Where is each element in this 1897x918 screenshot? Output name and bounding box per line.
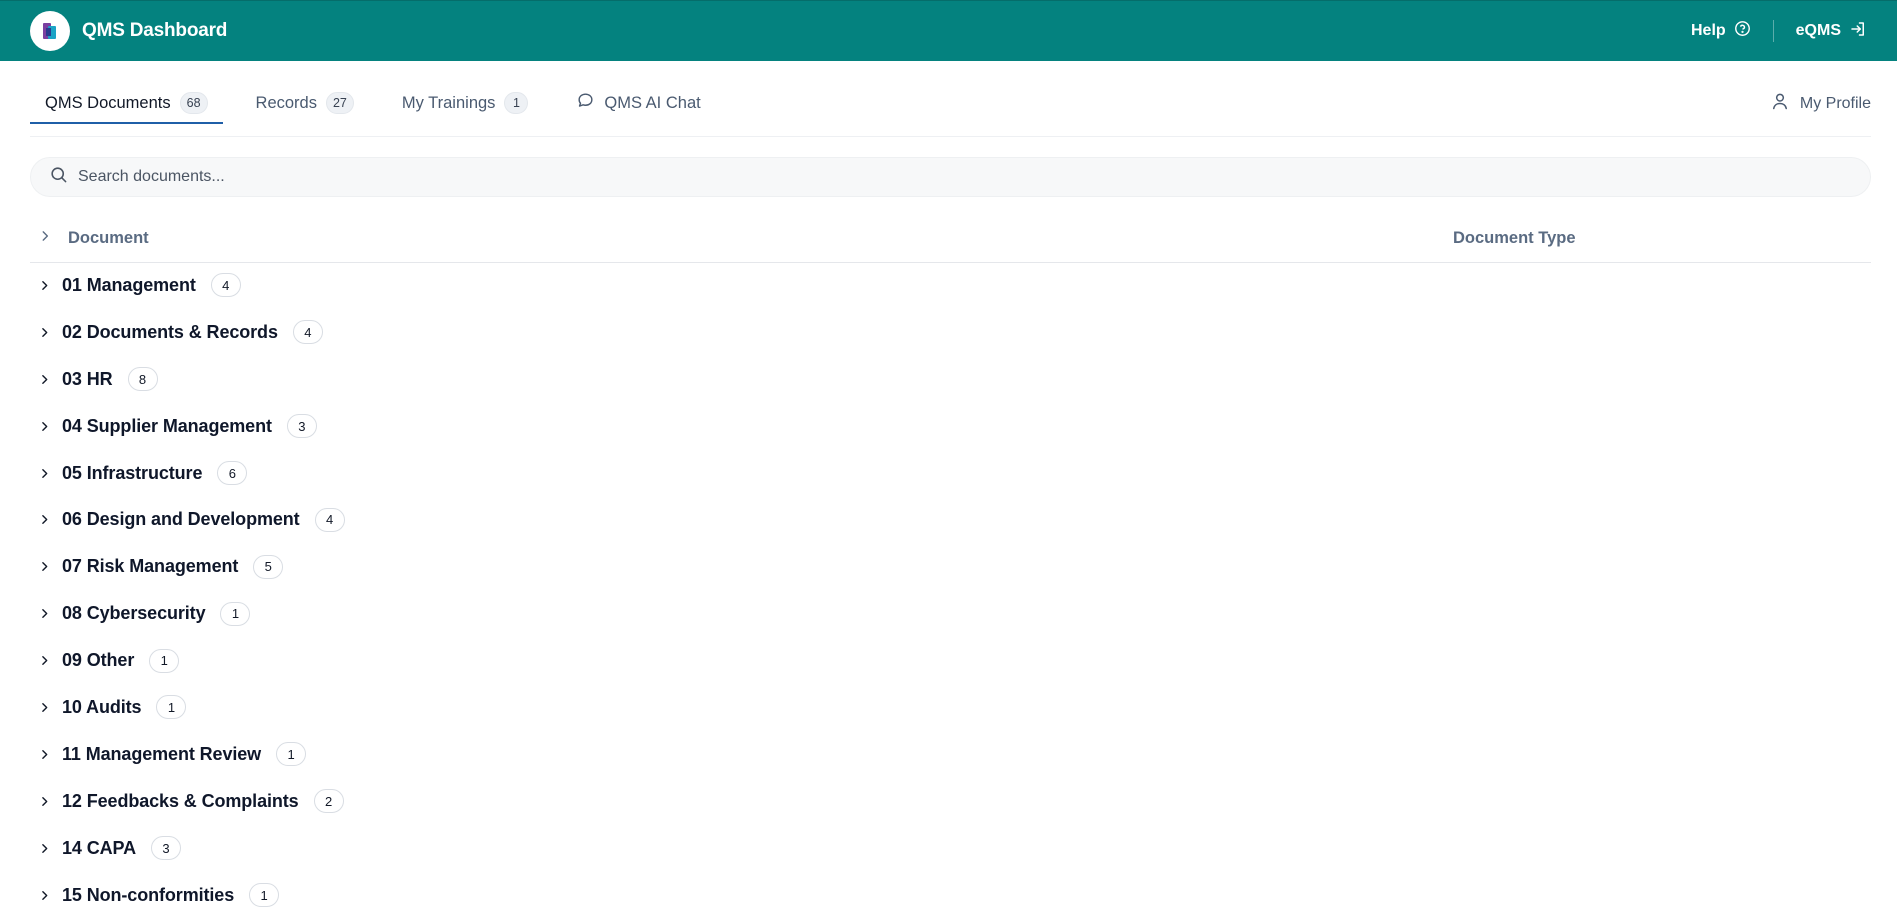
tab-label: Records [255, 93, 317, 112]
tab-my-trainings[interactable]: My Trainings 1 [387, 84, 544, 124]
table-row[interactable]: 04 Supplier Management 3 [30, 403, 1871, 450]
tab-records[interactable]: Records 27 [241, 84, 369, 124]
table-row[interactable]: 07 Risk Management 5 [30, 543, 1871, 590]
group-name: 12 Feedbacks & Complaints [62, 790, 299, 811]
group-name: 01 Management [62, 274, 196, 295]
chevron-right-icon [30, 279, 62, 292]
group-count-badge: 5 [253, 554, 284, 579]
chevron-right-icon [30, 326, 62, 339]
tab-count-badge: 68 [179, 92, 208, 114]
chevron-right-icon [30, 701, 62, 714]
tab-count-badge: 27 [325, 92, 354, 114]
tab-label: QMS Documents [45, 93, 171, 112]
table-row[interactable]: 02 Documents & Records 4 [30, 309, 1871, 356]
group-count-badge: 6 [217, 461, 248, 485]
help-button[interactable]: Help [1691, 20, 1751, 42]
exit-icon [1849, 20, 1867, 43]
table-row[interactable]: 15 Non-conformities 1 [30, 872, 1871, 918]
expand-all-button[interactable] [30, 229, 68, 248]
group-name: 14 CAPA [62, 837, 136, 858]
top-bar: QMS Dashboard Help eQMS [0, 0, 1897, 61]
tab-label: QMS AI Chat [604, 93, 701, 112]
group-name: 05 Infrastructure [62, 462, 203, 483]
chevron-right-icon [30, 373, 62, 386]
profile-label: My Profile [1799, 94, 1871, 112]
user-icon [1770, 91, 1790, 116]
tab-qms-documents[interactable]: QMS Documents 68 [30, 84, 223, 124]
group-count-badge: 4 [292, 320, 323, 345]
header-divider [1772, 20, 1774, 42]
group-count-badge: 1 [156, 695, 187, 720]
table-row[interactable]: 08 Cybersecurity 1 [30, 590, 1871, 637]
group-name: 09 Other [62, 650, 135, 671]
brand[interactable]: QMS Dashboard [30, 11, 227, 51]
tab-qms-ai-chat[interactable]: QMS AI Chat [561, 84, 715, 124]
table-row[interactable]: 06 Design and Development 4 [30, 496, 1871, 543]
tab-count-badge: 1 [504, 92, 529, 114]
app-title: QMS Dashboard [82, 20, 228, 41]
group-count-badge: 3 [151, 836, 181, 861]
group-name: 07 Risk Management [62, 556, 239, 577]
group-count-badge: 3 [286, 414, 317, 439]
chevron-right-icon [30, 795, 62, 808]
help-label: Help [1690, 22, 1726, 39]
group-count-badge: 8 [127, 367, 158, 392]
app-logo [30, 11, 70, 51]
group-count-badge: 4 [210, 273, 241, 298]
group-count-badge: 1 [276, 742, 307, 767]
chevron-right-icon [30, 607, 62, 620]
group-name: 10 Audits [62, 696, 142, 717]
document-groups-list: 01 Management 4 02 Documents & Records 4… [30, 262, 1871, 918]
table-row[interactable]: 05 Infrastructure 6 [30, 450, 1871, 497]
tab-bar: QMS Documents 68 Records 27 My Trainings… [30, 61, 1871, 137]
table-row[interactable]: 03 HR 8 [30, 356, 1871, 403]
group-count-badge: 1 [149, 648, 180, 673]
eqms-button[interactable]: eQMS [1796, 20, 1867, 43]
search-icon [49, 165, 68, 189]
group-name: 08 Cybersecurity [62, 603, 206, 624]
table-row[interactable]: 12 Feedbacks & Complaints 2 [30, 778, 1871, 825]
table-row[interactable]: 09 Other 1 [30, 637, 1871, 684]
chevron-right-icon [30, 560, 62, 573]
tab-label: My Trainings [401, 93, 496, 112]
chevron-right-icon [30, 467, 62, 480]
column-header-document[interactable]: Document [68, 229, 1871, 248]
chevron-right-icon [30, 420, 62, 433]
eqms-label: eQMS [1795, 22, 1841, 39]
my-profile-button[interactable]: My Profile [1770, 91, 1871, 116]
chevron-right-icon [30, 654, 62, 667]
group-count-badge: 1 [249, 883, 280, 908]
search-bar [30, 157, 1871, 197]
group-name: 02 Documents & Records [62, 321, 278, 342]
group-name: 04 Supplier Management [62, 415, 272, 436]
group-name: 06 Design and Development [62, 509, 300, 530]
search-input[interactable] [78, 168, 1852, 186]
chevron-right-icon [30, 842, 62, 855]
table-row[interactable]: 14 CAPA 3 [30, 825, 1871, 872]
table-header: Document Document Type [30, 215, 1871, 263]
group-count-badge: 1 [220, 601, 251, 626]
column-header-document-type[interactable]: Document Type [1453, 229, 1576, 248]
group-name: 15 Non-conformities [62, 884, 235, 905]
chevron-right-icon [30, 513, 62, 526]
chevron-right-icon [38, 229, 52, 248]
group-count-badge: 2 [313, 789, 344, 814]
chevron-right-icon [30, 748, 62, 761]
table-row[interactable]: 11 Management Review 1 [30, 731, 1871, 778]
table-row[interactable]: 01 Management 4 [30, 262, 1871, 309]
chevron-right-icon [30, 889, 62, 902]
group-name: 03 HR [62, 368, 113, 389]
help-circle-icon [1734, 20, 1751, 42]
group-count-badge: 4 [314, 507, 345, 532]
group-name: 11 Management Review [62, 743, 262, 764]
table-row[interactable]: 10 Audits 1 [30, 684, 1871, 731]
chat-bubble-icon [576, 91, 595, 115]
